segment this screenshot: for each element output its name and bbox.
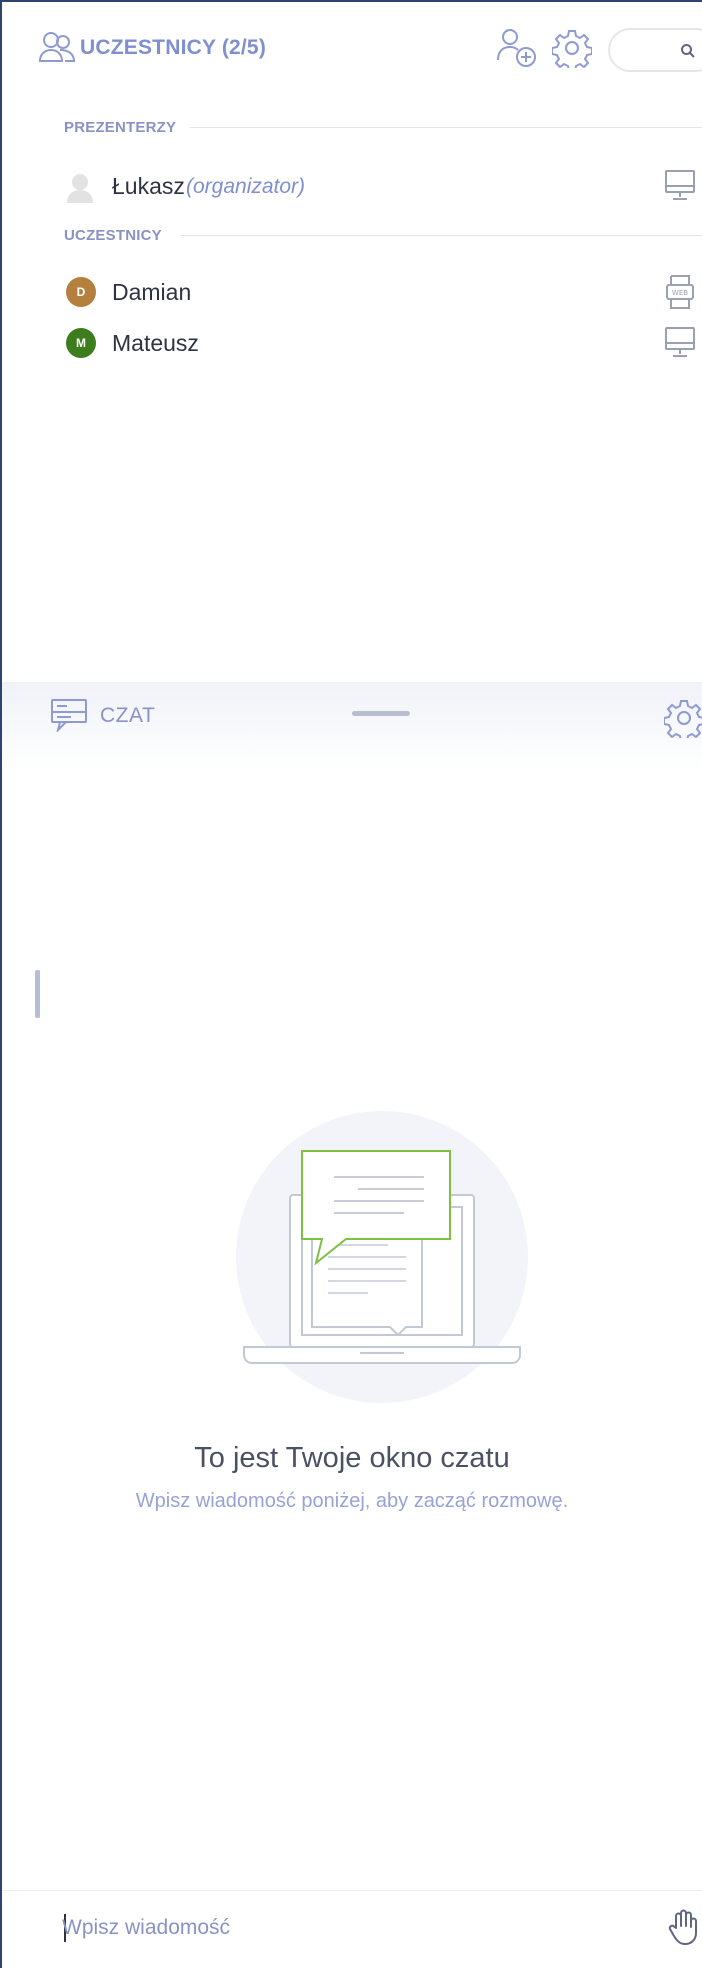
laptop-chat-illustration [236,1111,528,1403]
section-label-presenters: PREZENTERZY [64,119,177,136]
participant-role: (organizator) [186,175,306,198]
participant-name: Damian [112,279,192,305]
chat-icon [51,699,87,732]
avatar: D [66,277,96,307]
empty-chat-subtitle: Wpisz wiadomość poniżej, aby zacząć rozm… [135,1490,569,1512]
empty-chat-title: To jest Twoje okno czatu [194,1442,510,1474]
participant-row-mateusz[interactable]: M Mateusz [2,321,702,367]
participants-title: UCZESTNICY (2/5) [80,36,267,59]
section-divider [180,235,702,236]
sidebar-panel: UCZESTNICY (2/5) PREZENTERZY Łukasz (org… [0,0,702,1968]
desktop-icon [665,327,695,357]
web-browser-icon: WEB [666,275,694,309]
section-divider [190,127,702,128]
search-icon [681,44,695,58]
participant-row-lukasz[interactable]: Łukasz (organizator) [2,164,702,210]
participant-row-damian[interactable]: D Damian WEB [2,270,702,316]
section-label-attendees: UCZESTNICY [64,227,162,244]
chat-settings-icon[interactable] [664,698,702,738]
participant-search[interactable] [608,28,702,72]
chat-message-input[interactable] [62,1906,602,1950]
avatar: M [66,328,96,358]
participant-name: Mateusz [112,330,199,356]
desktop-icon [665,170,695,200]
collapse-tab[interactable] [35,970,40,1018]
svg-text:WEB: WEB [672,289,688,297]
panel-resize-handle[interactable] [352,711,410,716]
avatar-placeholder-icon [67,174,93,203]
participant-name: Łukasz [112,173,185,199]
participants-header: UCZESTNICY (2/5) [2,2,702,98]
add-user-icon[interactable] [495,26,539,70]
gear-icon[interactable] [552,28,592,68]
chat-title: CZAT [100,704,156,727]
people-icon [38,32,76,62]
raise-hand-icon[interactable] [666,1908,702,1946]
